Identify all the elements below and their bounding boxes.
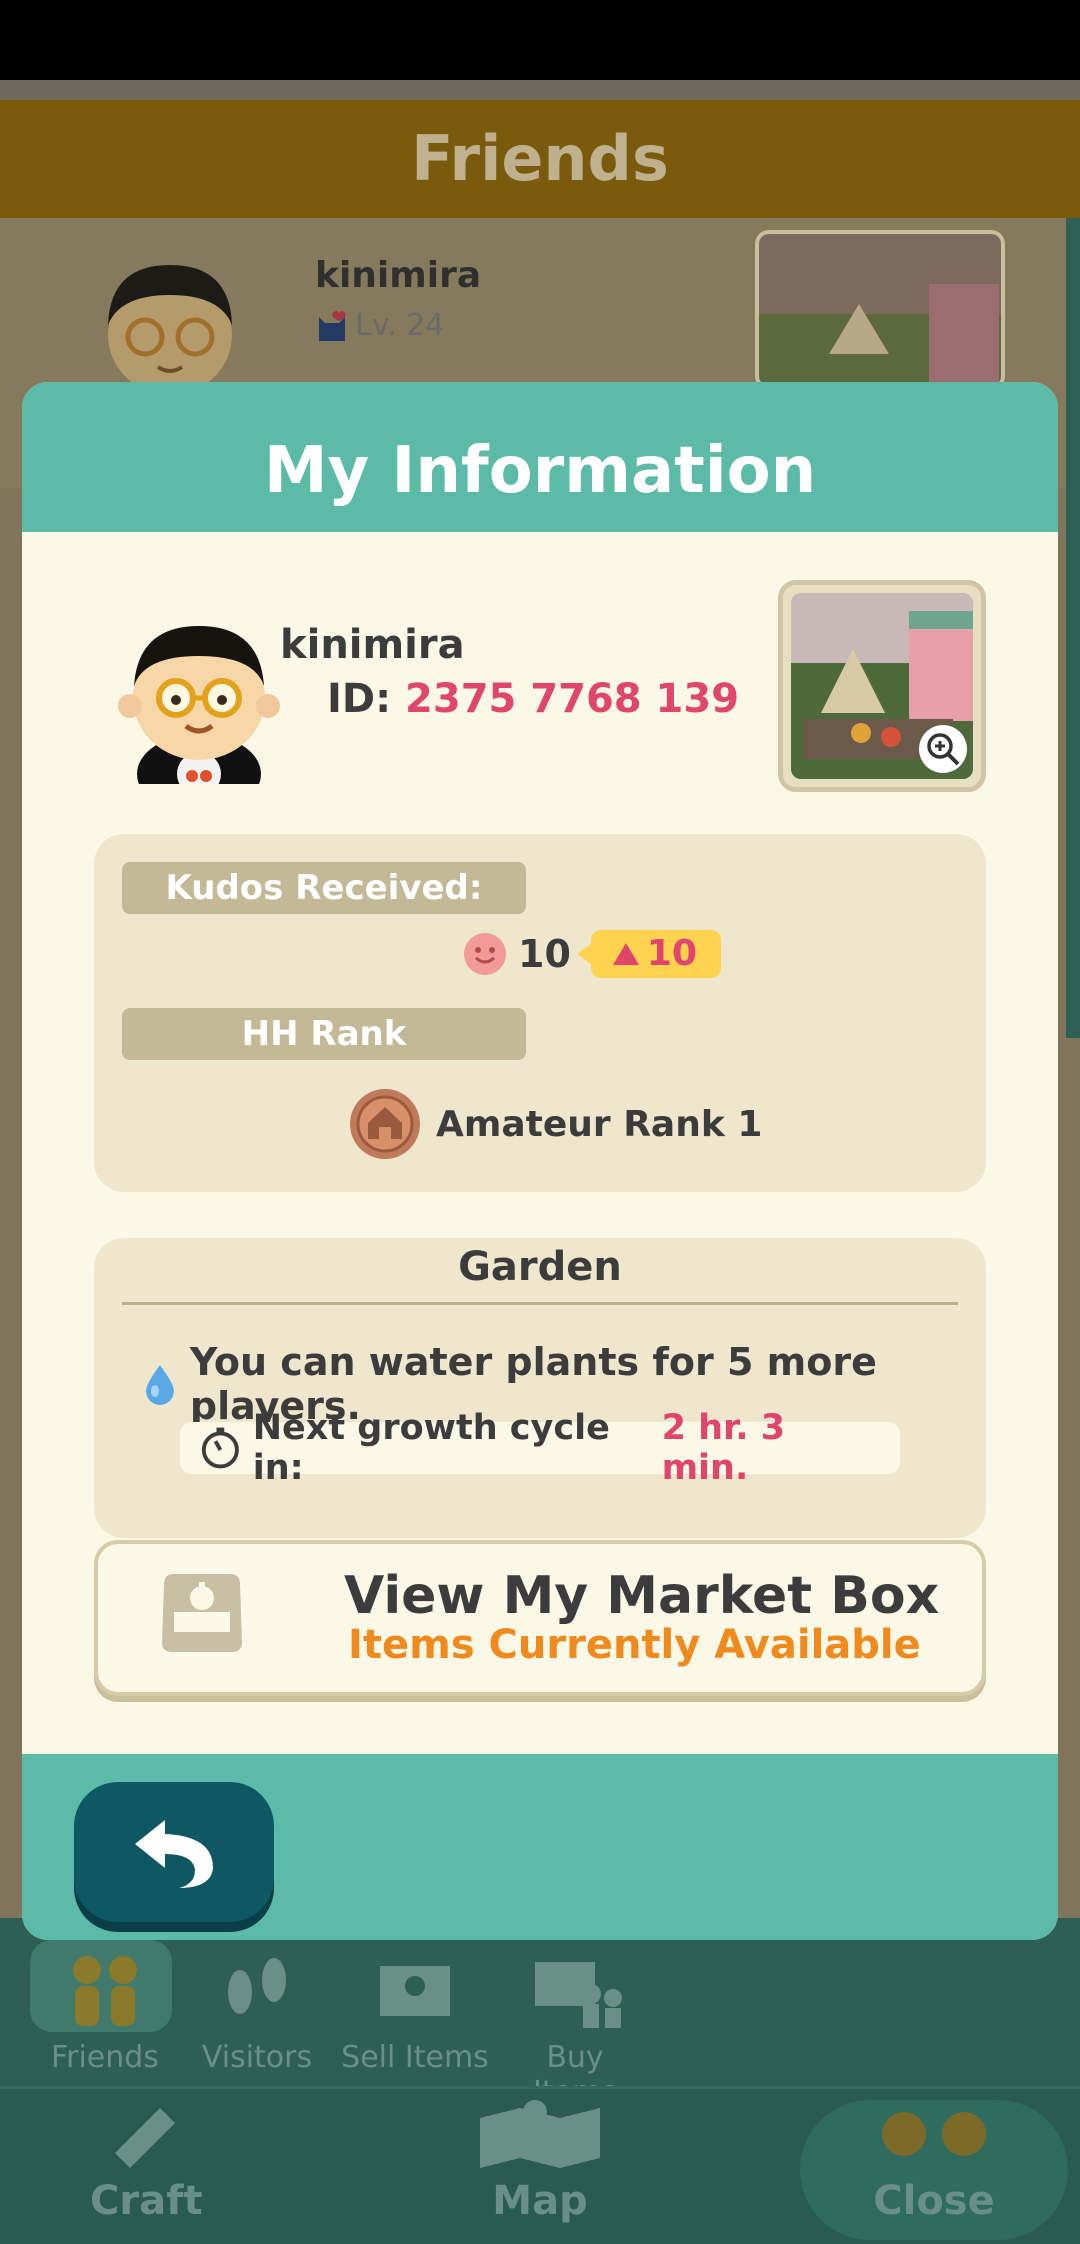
id-label: ID: xyxy=(327,676,392,722)
tab-visitors[interactable]: Visitors xyxy=(182,1940,332,2075)
map-icon xyxy=(480,2100,600,2168)
top-strip xyxy=(0,80,1080,100)
growth-value: 2 hr. 3 min. xyxy=(661,1408,786,1488)
tab-friends-label: Friends xyxy=(51,2040,159,2075)
player-name: kinimira xyxy=(280,622,465,668)
zoom-icon xyxy=(927,733,960,766)
tab-friends[interactable]: Friends xyxy=(30,1940,180,2075)
friend-level-text: Lv. 24 xyxy=(355,308,445,343)
friend-avatar xyxy=(108,265,232,395)
tab-sell-items[interactable]: Sell Items xyxy=(340,1940,490,2075)
up-triangle-icon xyxy=(612,943,639,965)
tab-visitors-label: Visitors xyxy=(201,2040,313,2075)
kudos-new-badge: 10 xyxy=(576,930,721,978)
craft-button[interactable]: Craft xyxy=(90,2098,203,2224)
close-label: Close xyxy=(873,2178,995,2224)
player-avatar xyxy=(118,626,280,784)
rank-label: HH Rank xyxy=(122,1008,526,1060)
craft-icon xyxy=(115,2108,175,2168)
water-drop-icon xyxy=(145,1365,174,1405)
rank-row: Amateur Rank 1 xyxy=(348,1087,762,1161)
map-button[interactable]: Map xyxy=(440,2098,640,2224)
craft-label: Craft xyxy=(90,2178,203,2224)
buy-items-icon xyxy=(535,1962,622,2028)
friend-campsite-thumbnail[interactable] xyxy=(755,230,1005,390)
map-label: Map xyxy=(492,2178,588,2224)
rank-value: Amateur Rank 1 xyxy=(436,1103,763,1145)
back-button[interactable] xyxy=(74,1782,274,1922)
kudos-row: 10 10 xyxy=(462,930,721,978)
kudos-count: 10 xyxy=(518,932,571,976)
friends-title: Friends xyxy=(411,122,669,195)
market-box-icon xyxy=(380,1966,450,2016)
kudos-label: Kudos Received: xyxy=(122,862,526,914)
id-value: 2375 7768 139 xyxy=(405,676,740,722)
campsite-thumbnail[interactable] xyxy=(778,580,986,792)
garden-title: Garden xyxy=(458,1244,622,1290)
dialog-title: My Information xyxy=(263,434,817,508)
growth-label: Next growth cycle in: xyxy=(252,1408,610,1488)
market-subtitle: Items Currently Available xyxy=(348,1622,921,1668)
house-medal-icon xyxy=(350,1089,420,1159)
garden-divider xyxy=(122,1302,958,1305)
friends-icon xyxy=(73,1956,137,2026)
tab-sell-items-label: Sell Items xyxy=(341,2040,489,2075)
kudos-new-count: 10 xyxy=(646,933,697,974)
friend-name: kinimira xyxy=(315,255,482,296)
timer-icon xyxy=(201,1427,239,1469)
villagers-icon xyxy=(882,2112,986,2156)
close-button-content: Close xyxy=(800,2098,1068,2224)
player-id: ID: 2375 7768 139 xyxy=(327,676,739,722)
status-bar xyxy=(0,0,1080,80)
tab-buy-items[interactable]: Buy Items xyxy=(500,1940,650,2110)
market-box-icon xyxy=(162,1574,242,1652)
scrollbar[interactable] xyxy=(1066,218,1080,1038)
zoom-button[interactable] xyxy=(919,725,967,773)
smiley-icon xyxy=(464,933,506,975)
back-arrow-icon xyxy=(135,1820,213,1888)
market-title: View My Market Box xyxy=(344,1566,940,1626)
my-information-dialog: My Information kinimira ID: 2375 7768 13… xyxy=(22,382,1058,1940)
growth-cycle-pill: Next growth cycle in: 2 hr. 3 min. xyxy=(180,1408,900,1488)
footprints-icon xyxy=(228,1958,286,2014)
cat-icon xyxy=(319,310,346,341)
friend-level: Lv. 24 xyxy=(315,308,444,343)
